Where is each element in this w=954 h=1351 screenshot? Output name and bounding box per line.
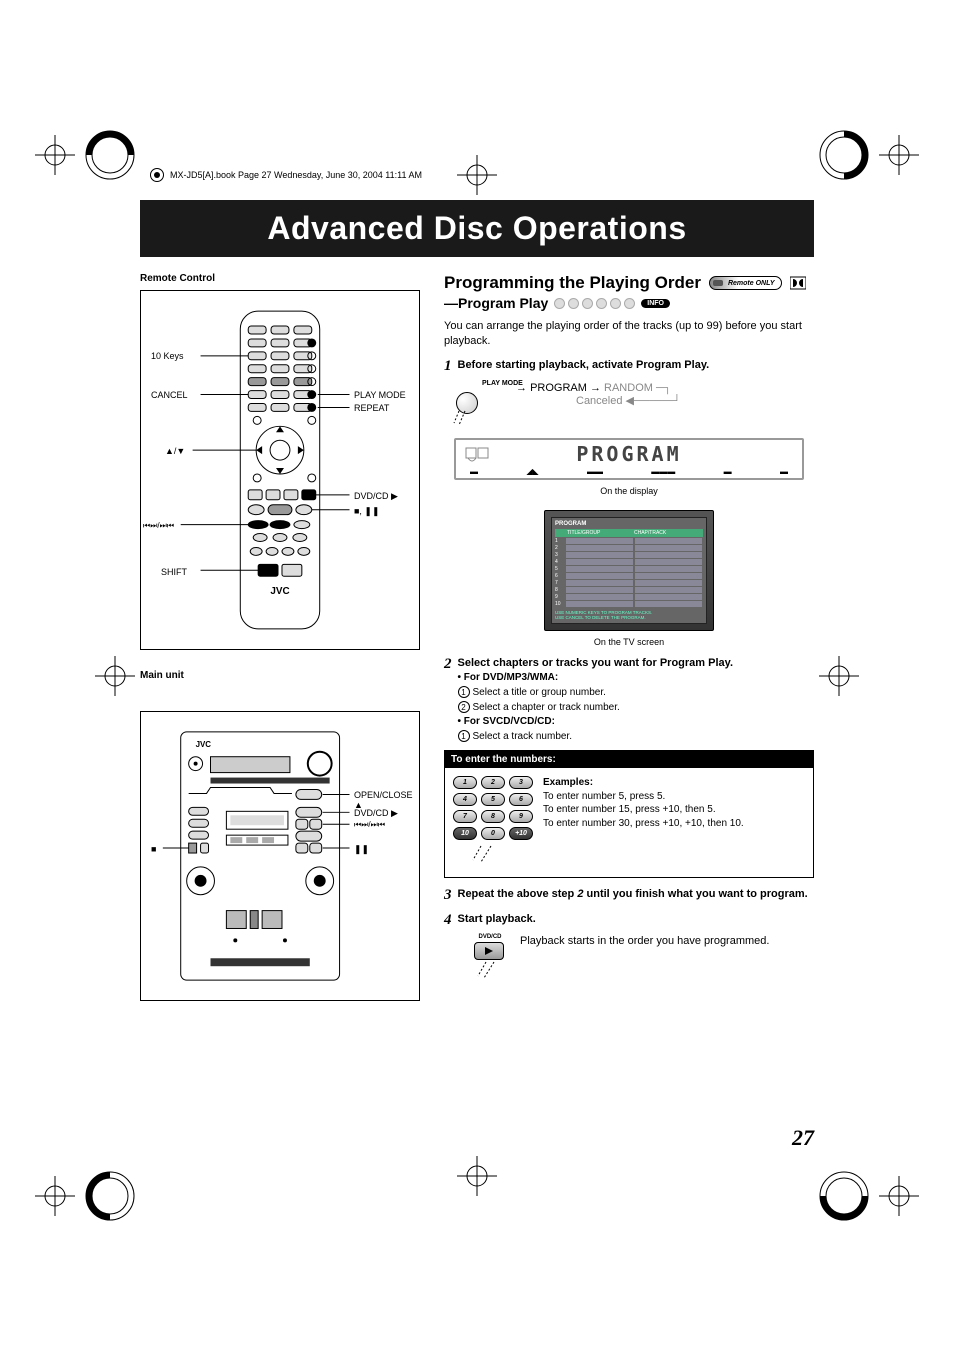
regmark-cross	[95, 656, 135, 696]
display-caption: On the display	[444, 486, 814, 496]
press-lines-icon	[474, 960, 504, 980]
regmark-cross	[35, 135, 75, 175]
label-updown: ▲/▼	[165, 446, 185, 456]
keypad-key-9: 9	[509, 810, 533, 823]
tv-screen: PROGRAM TITLE/GROUPCHAP/TRACK 1234567891…	[544, 510, 714, 632]
label-skip: ⏮⏭/⏭⏮	[354, 820, 385, 830]
display-panel: PROGRAM ▬◢◣▬▬▬▬▬▬▬	[454, 438, 804, 480]
step-number: 2	[444, 657, 452, 672]
label-shift: SHIFT	[161, 567, 187, 577]
color-density-circle	[85, 130, 135, 180]
step4-text: Start playback.	[458, 913, 815, 925]
keypad-key-6: 6	[509, 793, 533, 806]
label-pause: ❚❚	[354, 844, 369, 855]
disc-indicator-dots	[554, 298, 635, 309]
label-cancel: CANCEL	[151, 390, 188, 400]
label-openclose: OPEN/CLOSE ▲	[354, 790, 419, 810]
label-stop: ■	[151, 844, 156, 854]
meta-text: MX-JD5[A].book Page 27 Wednesday, June 3…	[170, 170, 422, 180]
step4-desc: Playback starts in the order you have pr…	[520, 934, 769, 949]
tv-title: PROGRAM	[555, 521, 703, 527]
keypad-key-4: 4	[453, 793, 477, 806]
svg-text:JVC: JVC	[270, 586, 289, 597]
color-density-circle	[819, 1171, 869, 1221]
color-density-circle	[85, 1171, 135, 1221]
doc-icon	[150, 168, 164, 182]
flow-program: PROGRAM	[530, 382, 587, 394]
example-1: To enter number 5, press 5.	[543, 790, 744, 804]
page-title: Advanced Disc Operations	[140, 200, 814, 257]
label-dvdcd: DVD/CD ▶	[354, 808, 398, 819]
meta-header: MX-JD5[A].book Page 27 Wednesday, June 3…	[150, 168, 422, 182]
remote-control-label: Remote Control	[140, 273, 420, 284]
keypad-key-7: 7	[453, 810, 477, 823]
main-unit-label: Main unit	[140, 670, 420, 681]
keypad-key-5: 5	[481, 793, 505, 806]
flow-random: RANDOM	[604, 382, 653, 394]
label-dvdcd: DVD/CD ▶	[354, 491, 398, 502]
keypad-key-1: 1	[453, 776, 477, 789]
keypad: 123 456 789 10 0 +10	[453, 776, 533, 869]
step1-text: Before starting playback, activate Progr…	[458, 359, 815, 371]
play-icon	[484, 946, 494, 956]
keypad-key-10: 10	[453, 827, 477, 840]
page-number: 27	[792, 1125, 814, 1151]
enter-numbers-box: To enter the numbers: 123 456 789 10 0 +10 Ex…	[444, 750, 814, 878]
sub-heading: —Program Play	[444, 295, 548, 311]
intro-text: You can arrange the playing order of the…	[444, 319, 814, 349]
tv-caption: On the TV screen	[444, 637, 814, 647]
regmark-cross	[819, 656, 859, 696]
remote-only-badge: Remote ONLY	[709, 276, 782, 290]
regmark-cross	[457, 155, 497, 195]
main-unit-diagram: JVC	[140, 711, 420, 1001]
color-density-circle	[819, 130, 869, 180]
regmark-cross	[457, 1156, 497, 1196]
keypad-key-3: 3	[509, 776, 533, 789]
dolby-icon	[790, 276, 806, 290]
step2-text: Select chapters or tracks you want for P…	[458, 657, 815, 669]
section-heading: Programming the Playing Order	[444, 273, 701, 293]
program-icon	[464, 444, 492, 462]
display-text: PROGRAM	[456, 440, 802, 466]
keypad-key-8: 8	[481, 810, 505, 823]
label-10keys: 10 Keys	[151, 351, 184, 361]
regmark-cross	[879, 135, 919, 175]
remote-icon	[712, 278, 728, 288]
flow-canceled: Canceled	[576, 395, 622, 407]
svg-text:JVC: JVC	[196, 740, 212, 749]
playmode-diagram: PLAY MODE → PROGRAM → RANDOM ─┐ Canceled…	[456, 380, 814, 430]
keypad-key-2: 2	[481, 776, 505, 789]
example-3: To enter number 30, press +10, +10, then…	[543, 817, 744, 831]
step-number: 1	[444, 359, 452, 374]
dvd-cd-button: DVD/CD	[474, 934, 506, 985]
enter-head: To enter the numbers:	[445, 751, 813, 768]
keypad-key-+10: +10	[509, 827, 533, 840]
examples-title: Examples:	[543, 776, 744, 790]
keypad-key-0: 0	[481, 827, 505, 840]
label-prevnext: ⏮⏭/⏭⏮	[143, 521, 174, 531]
regmark-cross	[879, 1176, 919, 1216]
remote-control-diagram: JVC 1	[140, 290, 420, 650]
label-repeat: REPEAT	[354, 403, 389, 413]
label-stoppause: ■, ❚❚	[354, 506, 380, 517]
info-badge: INFO	[641, 299, 670, 308]
step-number: 3	[444, 888, 452, 903]
playmode-button	[456, 392, 478, 414]
label-playmode: PLAY MODE	[354, 390, 406, 400]
regmark-cross	[35, 1176, 75, 1216]
step-number: 4	[444, 913, 452, 928]
step3-text: Repeat the above step 2 until you finish…	[458, 888, 815, 900]
example-2: To enter number 15, press +10, then 5.	[543, 803, 744, 817]
